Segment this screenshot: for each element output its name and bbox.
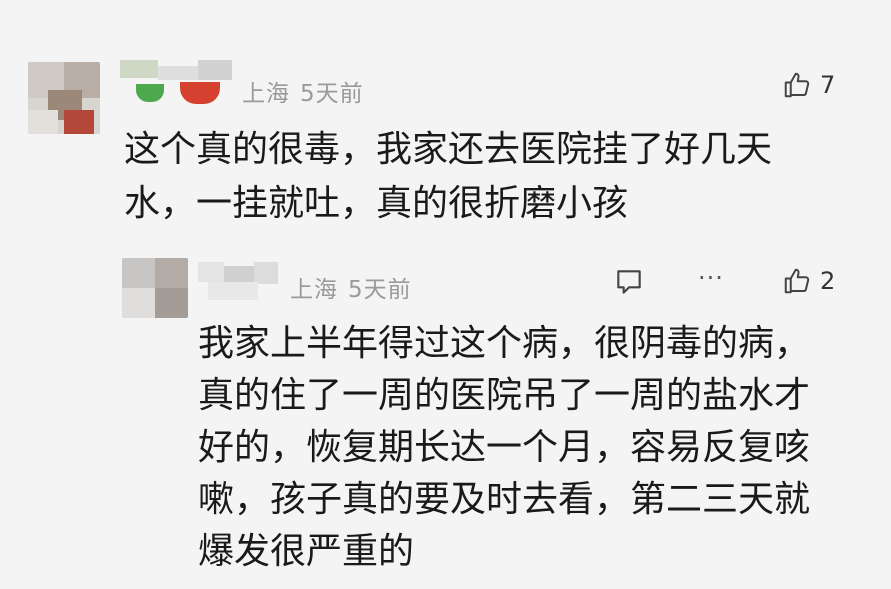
reply-like-count: 2 xyxy=(820,267,836,295)
reply-line-4: 嗽，孩子真的要及时去看，第二三天就 xyxy=(198,479,811,520)
comment-line-2: 水，一挂就吐，真的很折磨小孩 xyxy=(124,183,629,224)
reply-line-2: 真的住了一周的医院吊了一周的盐水才 xyxy=(198,375,811,416)
comment-bubble-icon[interactable] xyxy=(612,266,646,298)
thumbs-up-icon xyxy=(784,268,810,294)
comment-line-1: 这个真的很毒，我家还去医院挂了好几天 xyxy=(124,129,773,170)
reply-line-3: 好的，恢复期长达一个月，容易反复咳 xyxy=(198,427,811,468)
more-dots-icon[interactable]: ··· xyxy=(698,264,724,292)
comment-like-count: 7 xyxy=(820,71,836,99)
reply-time: 5天前 xyxy=(348,277,412,303)
reply-line-5: 爆发很严重的 xyxy=(198,531,415,572)
reply-avatar[interactable] xyxy=(122,258,188,318)
thumbs-up-icon xyxy=(784,72,810,98)
username-blurred[interactable] xyxy=(120,60,232,112)
comment-time: 5天前 xyxy=(300,81,364,107)
comment-like-button[interactable]: 7 xyxy=(782,70,835,100)
reply-meta: 上海 5天前 xyxy=(290,270,422,304)
reply-location: 上海 xyxy=(290,277,338,303)
comment-location: 上海 xyxy=(242,81,290,107)
comment-meta: 上海 5天前 xyxy=(242,74,374,108)
avatar[interactable] xyxy=(28,62,100,134)
reply-like-button[interactable]: 2 xyxy=(782,266,835,296)
reply-line-1: 我家上半年得过这个病，很阴毒的病， xyxy=(198,323,811,364)
reply-username-blurred[interactable] xyxy=(198,262,278,304)
